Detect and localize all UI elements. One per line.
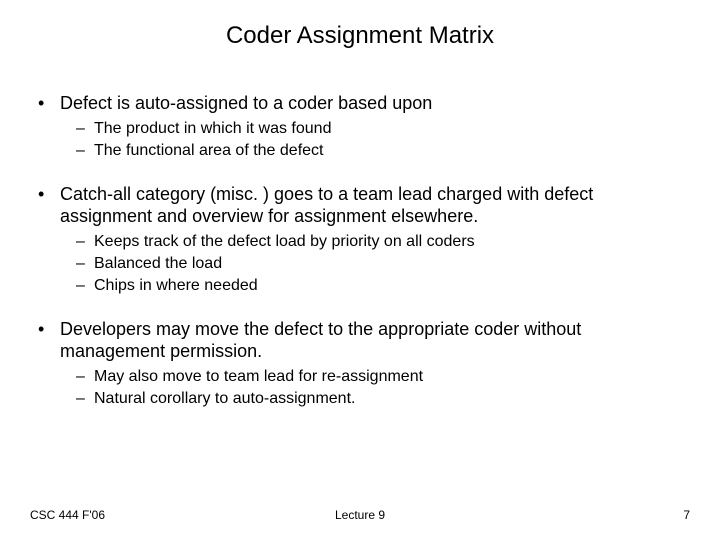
sub-bullet: The functional area of the defect	[30, 141, 690, 161]
slide-body: Defect is auto-assigned to a coder based…	[0, 60, 720, 409]
sub-bullet: Balanced the load	[30, 254, 690, 274]
bullet-1: Defect is auto-assigned to a coder based…	[30, 92, 690, 115]
sub-bullet: The product in which it was found	[30, 119, 690, 139]
sub-bullet: Chips in where needed	[30, 276, 690, 296]
sub-bullet: Keeps track of the defect load by priori…	[30, 232, 690, 252]
bullet-2: Catch-all category (misc. ) goes to a te…	[30, 183, 690, 228]
footer-right: 7	[683, 508, 690, 522]
sub-bullet: Natural corollary to auto-assignment.	[30, 389, 690, 409]
slide: Coder Assignment Matrix Defect is auto-a…	[0, 0, 720, 540]
slide-title: Coder Assignment Matrix	[0, 0, 720, 60]
bullet-3: Developers may move the defect to the ap…	[30, 318, 690, 363]
sub-bullet: May also move to team lead for re-assign…	[30, 367, 690, 387]
footer-center: Lecture 9	[0, 508, 720, 522]
